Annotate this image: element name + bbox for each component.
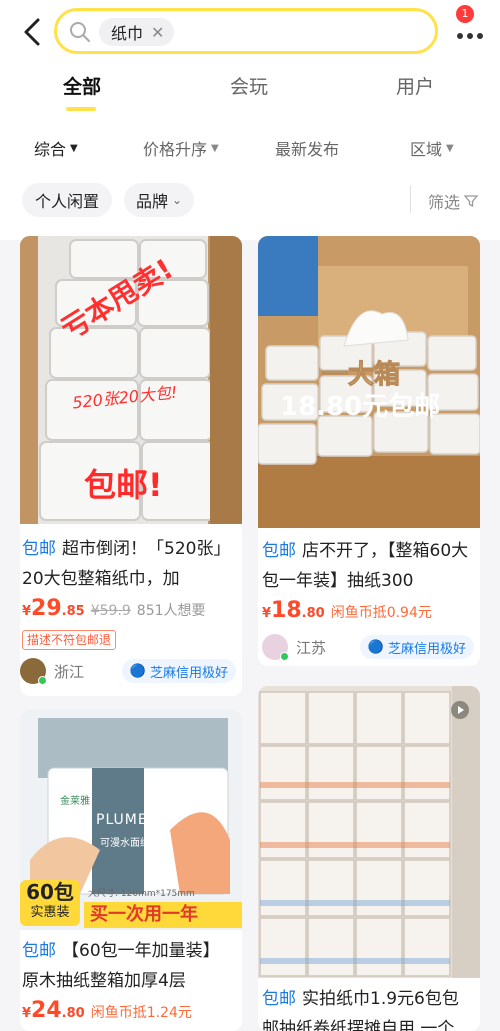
seller-avatar[interactable] (20, 658, 47, 685)
notification-badge: 1 (456, 5, 474, 23)
size-label: 大尺寸: 120mm*175mm (88, 889, 195, 899)
seller-row: 江苏 🔵 芝麻信用极好 (258, 634, 480, 661)
price-row: ¥24.80 闲鱼币抵1.24元 (20, 998, 242, 1023)
price-decimal: .80 (61, 1006, 85, 1021)
sort-latest[interactable]: 最新发布 (275, 136, 339, 160)
count-badge-label: 实惠装 (30, 905, 70, 920)
credit-label: 芝麻信用极好 (149, 665, 228, 681)
currency: ¥ (262, 606, 272, 621)
active-tab-indicator (66, 107, 96, 111)
promo-banner: 买一次用一年 (84, 902, 242, 928)
search-query-chip[interactable]: 纸巾 ✕ (99, 18, 175, 46)
product-card[interactable]: 一大箱 18.80元包邮 包邮 店不开了，【整箱60大包一年装】抽纸300 ¥18… (258, 236, 480, 666)
price-decimal: .85 (61, 604, 85, 619)
price-integer: 29 (31, 596, 62, 621)
product-title[interactable]: 包邮 超市倒闭！「520张」20大包整箱纸巾，加 (20, 534, 242, 594)
price-integer: 24 (31, 998, 62, 1023)
seller-avatar[interactable] (262, 634, 289, 661)
seller-location: 浙江 (54, 662, 85, 681)
count-badge: 60包 实惠装 (20, 880, 80, 926)
price: ¥18.80 (262, 598, 325, 623)
credit-badge: 🔵 芝麻信用极好 (359, 635, 474, 659)
funnel-icon (464, 195, 479, 208)
tab-bar: 全部 会玩 用户 (0, 72, 500, 112)
sort-price-asc[interactable]: 价格升序 ▼ (143, 136, 219, 160)
free-shipping-tag: 包邮 (262, 989, 296, 1009)
sort-comprehensive-label: 综合 (34, 140, 67, 159)
tissue-stack-photo (258, 686, 480, 978)
filter-pills: 个人闲置 品牌 ⌄ 筛选 (0, 183, 500, 219)
product-image[interactable] (258, 686, 480, 978)
chevron-down-icon: ⌄ (171, 193, 183, 207)
seller-location: 江苏 (296, 638, 327, 657)
free-shipping-tag: 包邮 (262, 541, 296, 561)
search-query-text: 纸巾 (111, 24, 144, 43)
wants-count: 851人想要 (136, 603, 206, 619)
tab-users[interactable]: 用户 (396, 72, 434, 99)
currency: ¥ (22, 604, 32, 619)
seller-row: 浙江 🔵 芝麻信用极好 (20, 658, 242, 685)
sort-comprehensive[interactable]: 综合 ▼ (34, 136, 78, 160)
free-shipping-tag: 包邮 (22, 539, 56, 559)
flame-icon: 🔵 (129, 663, 146, 679)
product-card[interactable]: PLUME 可漫水面纸 金莱雅 60包 实惠装 大尺寸: 120mm*175mm… (20, 710, 242, 1031)
price-row: ¥29.85 ¥59.9 851人想要 (20, 596, 242, 621)
sort-region-label: 区域 (410, 140, 443, 159)
sort-price-label: 价格升序 (143, 140, 208, 159)
filter-label: 筛选 (428, 193, 461, 212)
product-image[interactable]: 亏本甩卖! 520张20大包! 包邮! (20, 236, 242, 524)
sort-latest-label: 最新发布 (275, 140, 340, 159)
back-arrow-icon[interactable] (18, 14, 48, 50)
video-play-icon[interactable] (450, 700, 470, 720)
sort-bar: 综合 ▼ 价格升序 ▼ 最新发布 区域 ▼ (0, 136, 500, 162)
filter-button[interactable]: 筛选 (428, 189, 479, 213)
brand-logo-text: 金莱雅 (60, 796, 90, 807)
price-row: ¥18.80 闲鱼币抵0.94元 (258, 598, 480, 623)
online-dot (38, 676, 47, 685)
image-caption: 包邮! (84, 466, 163, 504)
online-dot (280, 652, 289, 661)
clear-query-icon[interactable]: ✕ (151, 23, 164, 42)
product-image[interactable]: 一大箱 18.80元包邮 (258, 236, 480, 528)
product-card[interactable]: 亏本甩卖! 520张20大包! 包邮! 包邮 超市倒闭！「520张」20大包整箱纸… (20, 236, 242, 696)
caret-down-icon: ▼ (446, 142, 454, 154)
image-caption: 18.80元包邮 (280, 392, 441, 422)
guarantee-badge: 描述不符包邮退 (22, 630, 117, 650)
credit-label: 芝麻信用极好 (387, 641, 466, 657)
flame-icon: 🔵 (367, 639, 384, 655)
free-shipping-tag: 包邮 (22, 941, 56, 961)
product-card[interactable]: 包邮 实拍纸巾1.9元6包包邮抽纸卷纸摆摊自用 一个 (258, 686, 480, 1031)
product-image[interactable]: PLUME 可漫水面纸 金莱雅 60包 实惠装 大尺寸: 120mm*175mm… (20, 710, 242, 930)
caret-down-icon: ▼ (70, 142, 78, 154)
credit-badge: 🔵 芝麻信用极好 (121, 659, 236, 683)
pill-personal-idle[interactable]: 个人闲置 (22, 183, 112, 217)
sort-region[interactable]: 区域 ▼ (410, 136, 454, 160)
currency: ¥ (22, 1006, 32, 1021)
original-price: ¥59.9 (90, 603, 131, 619)
brand-name: PLUME (96, 812, 148, 828)
pill-brand[interactable]: 品牌 ⌄ (124, 183, 194, 217)
product-title[interactable]: 包邮 店不开了，【整箱60大包一年装】抽纸300 (258, 536, 480, 596)
product-title[interactable]: 包邮 【60包一年加量装】原木抽纸整箱加厚4层 (20, 936, 242, 996)
tab-all[interactable]: 全部 (63, 72, 101, 99)
count-badge-number: 60包 (26, 880, 74, 904)
top-bar: 纸巾 ✕ 1 全部 会玩 用户 综合 ▼ 价格升序 ▼ 最新发布 区域 ▼ 个人闲置 … (0, 0, 500, 240)
price: ¥24.80 (22, 998, 85, 1023)
product-title[interactable]: 包邮 实拍纸巾1.9元6包包邮抽纸卷纸摆摊自用 一个 (258, 984, 480, 1031)
price-integer: 18 (271, 598, 302, 623)
product-subtitle: 可漫水面纸 (100, 838, 150, 849)
coin-discount: 闲鱼币抵0.94元 (330, 605, 432, 621)
tab-play[interactable]: 会玩 (230, 72, 268, 99)
pill-brand-label: 品牌 (135, 192, 168, 211)
coin-discount: 闲鱼币抵1.24元 (90, 1005, 192, 1021)
price-decimal: .80 (301, 606, 325, 621)
search-icon (70, 22, 90, 42)
search-bar[interactable]: 纸巾 ✕ (54, 8, 438, 54)
caret-down-icon: ▼ (211, 142, 219, 154)
divider (410, 185, 411, 213)
price: ¥29.85 (22, 596, 85, 621)
